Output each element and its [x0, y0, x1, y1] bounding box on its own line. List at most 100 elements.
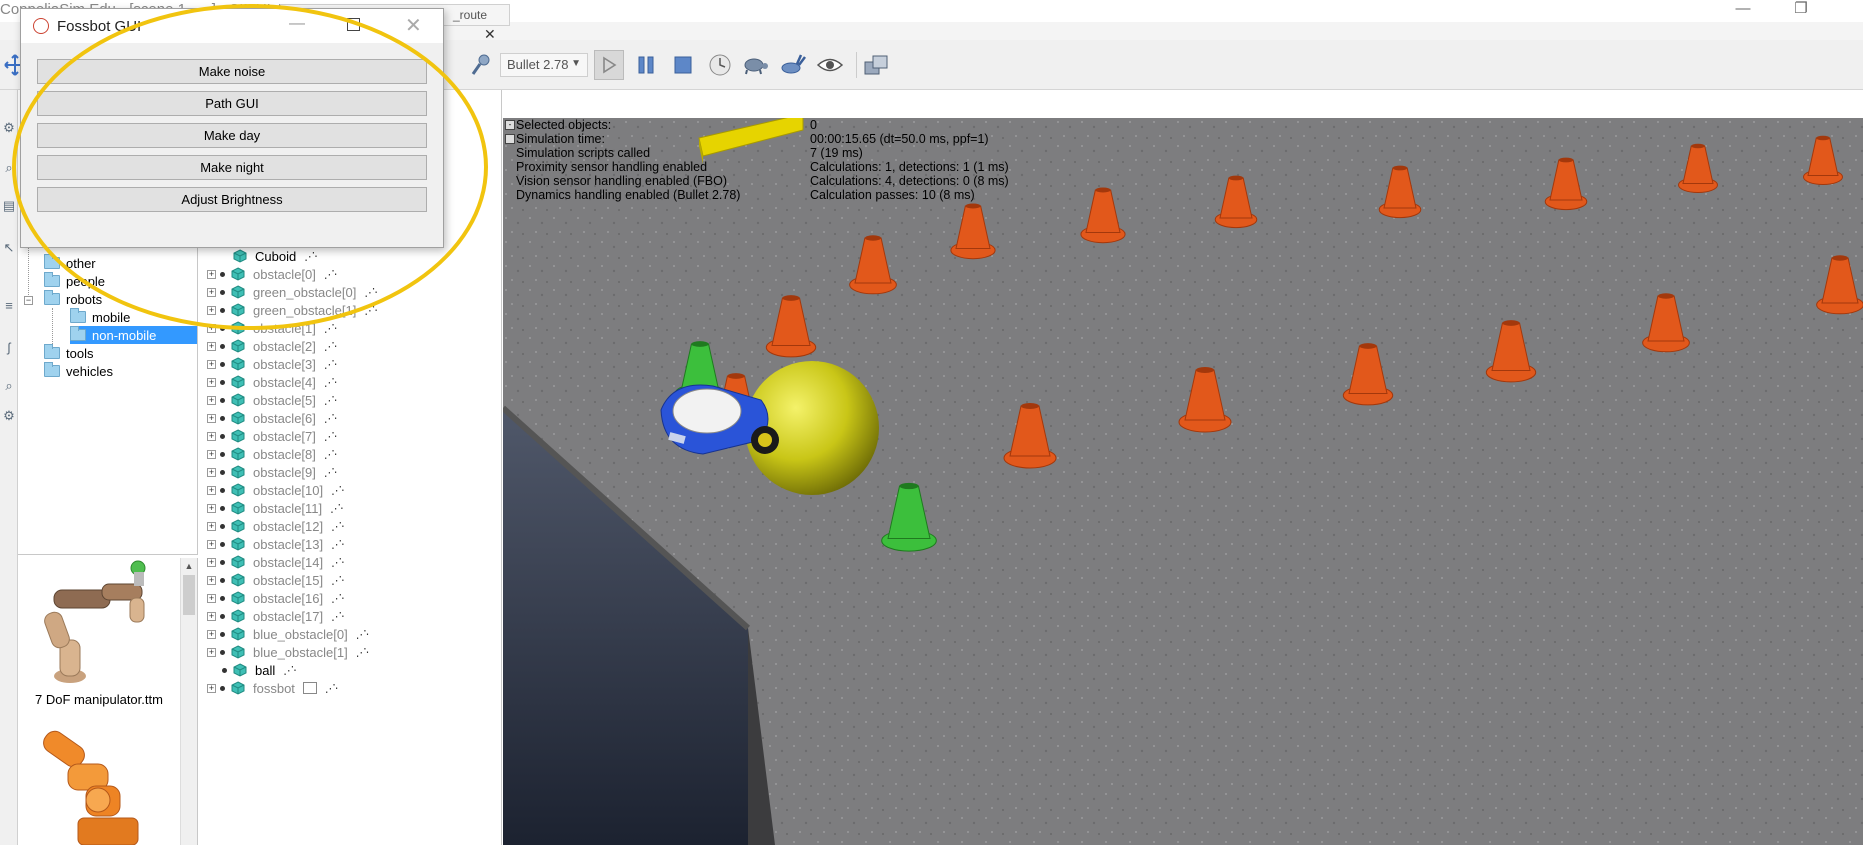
hierarchy-row[interactable]: + obstacle[4] ⋰⋅	[198, 373, 337, 391]
hierarchy-row[interactable]: + obstacle[15] ⋰⋅	[198, 571, 345, 589]
expand-icon[interactable]: +	[207, 305, 216, 315]
child-script-icon[interactable]: ⋰⋅	[324, 268, 337, 281]
thumbnail-industrial-robot[interactable]	[18, 728, 180, 845]
hierarchy-row[interactable]: + blue_obstacle[0] ⋰⋅	[198, 625, 369, 643]
child-script-icon[interactable]: ⋰⋅	[324, 394, 337, 407]
child-script-icon[interactable]: ⋰⋅	[324, 340, 337, 353]
child-script-icon[interactable]: ⋰⋅	[330, 502, 343, 515]
make-noise-button[interactable]: Make noise	[37, 59, 427, 84]
hierarchy-row[interactable]: + obstacle[8] ⋰⋅	[198, 445, 337, 463]
expand-icon[interactable]: +	[207, 377, 216, 387]
expand-icon[interactable]: +	[207, 341, 216, 351]
hierarchy-row[interactable]: + obstacle[0] ⋰⋅	[198, 265, 337, 283]
hierarchy-row[interactable]: + obstacle[16] ⋰⋅	[198, 589, 345, 607]
expand-icon[interactable]: +	[207, 557, 216, 567]
hierarchy-row[interactable]: + green_obstacle[1] ⋰⋅	[198, 301, 378, 319]
path-gui-button[interactable]: Path GUI	[37, 91, 427, 116]
hierarchy-row[interactable]: ball ⋰⋅	[198, 661, 297, 679]
scene-icon[interactable]: ▤	[1, 198, 17, 214]
maximize-icon[interactable]: ❐	[1786, 0, 1816, 18]
hierarchy-row[interactable]: Cuboid ⋰⋅	[198, 247, 318, 265]
hierarchy-row[interactable]: + obstacle[7] ⋰⋅	[198, 427, 337, 445]
child-script-icon[interactable]: ⋰⋅	[331, 538, 344, 551]
expand-icon[interactable]: +	[207, 413, 216, 423]
expand-icon[interactable]: +	[207, 611, 216, 621]
close-icon[interactable]: ✕	[484, 26, 496, 43]
script-icon[interactable]	[302, 682, 317, 694]
expand-icon[interactable]: +	[207, 647, 216, 657]
expand-icon[interactable]: +	[207, 323, 216, 333]
slow-down-turtle-icon[interactable]	[740, 50, 770, 80]
hierarchy-row[interactable]: + obstacle[3] ⋰⋅	[198, 355, 337, 373]
stop-icon[interactable]	[668, 50, 698, 80]
expand-icon[interactable]: +	[207, 467, 216, 477]
expand-icon[interactable]: +	[207, 485, 216, 495]
gear-icon[interactable]: ⚙	[1, 408, 17, 424]
speed-up-rabbit-icon[interactable]	[778, 50, 808, 80]
adjust-brightness-button[interactable]: Adjust Brightness	[37, 187, 427, 212]
child-script-icon[interactable]: ⋰⋅	[324, 448, 337, 461]
thumbnails-scrollbar[interactable]: ▲	[180, 558, 197, 845]
minimize-icon[interactable]: —	[1728, 0, 1758, 18]
child-script-icon[interactable]: ⋰⋅	[324, 412, 337, 425]
folder-robots[interactable]: robots	[44, 290, 102, 308]
zoom-icon[interactable]: ⌕	[1, 160, 17, 176]
child-script-icon[interactable]: ⋰⋅	[356, 628, 369, 641]
scroll-up-icon[interactable]: ▲	[181, 558, 197, 574]
child-script-icon[interactable]: ⋰⋅	[283, 664, 296, 677]
child-script-icon[interactable]: ⋰⋅	[331, 574, 344, 587]
hierarchy-row[interactable]: + obstacle[13] ⋰⋅	[198, 535, 345, 553]
expand-icon[interactable]: +	[207, 629, 216, 639]
hierarchy-row[interactable]: + obstacle[5] ⋰⋅	[198, 391, 337, 409]
hierarchy-row[interactable]: + obstacle[2] ⋰⋅	[198, 337, 337, 355]
child-script-icon[interactable]: ⋰⋅	[324, 322, 337, 335]
maximize-icon[interactable]	[347, 18, 360, 31]
folder-non-mobile[interactable]: non-mobile	[70, 326, 197, 344]
child-script-icon[interactable]: ⋰⋅	[324, 358, 337, 371]
expand-icon[interactable]: +	[207, 449, 216, 459]
hierarchy-row[interactable]: + obstacle[12] ⋰⋅	[198, 517, 345, 535]
make-day-button[interactable]: Make day	[37, 123, 427, 148]
expand-icon[interactable]: +	[207, 269, 216, 279]
pause-icon[interactable]	[631, 50, 661, 80]
child-script-icon[interactable]: ⋰⋅	[325, 682, 338, 695]
make-night-button[interactable]: Make night	[37, 155, 427, 180]
child-script-icon[interactable]: ⋰⋅	[331, 556, 344, 569]
child-script-icon[interactable]: ⋰⋅	[324, 430, 337, 443]
windows-icon[interactable]	[862, 50, 892, 80]
expand-icon[interactable]: +	[207, 575, 216, 585]
scene-viewport[interactable]	[503, 118, 1863, 845]
child-script-icon[interactable]: ⋰⋅	[324, 376, 337, 389]
physics-engine-select[interactable]: Bullet 2.78 ▼	[500, 53, 588, 77]
child-script-icon[interactable]: ⋰⋅	[324, 466, 337, 479]
thumbnail-7dof-manipulator[interactable]: 7 DoF manipulator.ttm	[18, 558, 180, 718]
expand-icon[interactable]: +	[207, 539, 216, 549]
hierarchy-row[interactable]: + obstacle[14] ⋰⋅	[198, 553, 345, 571]
child-script-icon[interactable]: ⋰⋅	[304, 250, 317, 263]
dialog-titlebar[interactable]: Fossbot GUI — ✕	[21, 9, 443, 43]
minimize-icon[interactable]: —	[289, 15, 305, 33]
expand-icon[interactable]: +	[207, 431, 216, 441]
expand-icon[interactable]: +	[207, 593, 216, 603]
child-script-icon[interactable]: ⋰⋅	[331, 610, 344, 623]
info-toggle-icon[interactable]	[505, 134, 515, 144]
expand-icon[interactable]: +	[207, 521, 216, 531]
expand-icon[interactable]: +	[207, 287, 216, 297]
realtime-clock-icon[interactable]	[705, 50, 735, 80]
child-script-icon[interactable]: ⋰⋅	[331, 520, 344, 533]
expand-icon[interactable]: +	[207, 683, 216, 693]
child-script-icon[interactable]: ⋰⋅	[364, 304, 377, 317]
hierarchy-row[interactable]: + obstacle[17] ⋰⋅	[198, 607, 345, 625]
folder-mobile[interactable]: mobile	[70, 308, 130, 326]
hierarchy-row[interactable]: + obstacle[1] ⋰⋅	[198, 319, 337, 337]
search-icon[interactable]: ⌕	[1, 378, 17, 394]
expand-icon[interactable]: +	[207, 503, 216, 513]
pick-icon[interactable]	[466, 50, 496, 80]
folder-vehicles[interactable]: vehicles	[44, 362, 113, 380]
hierarchy-row[interactable]: + obstacle[10] ⋰⋅	[198, 481, 345, 499]
folder-tools[interactable]: tools	[44, 344, 93, 362]
hierarchy-row[interactable]: + obstacle[6] ⋰⋅	[198, 409, 337, 427]
script-icon[interactable]: ʃ	[1, 340, 17, 356]
hierarchy-row[interactable]: + green_obstacle[0] ⋰⋅	[198, 283, 378, 301]
child-script-icon[interactable]: ⋰⋅	[356, 646, 369, 659]
